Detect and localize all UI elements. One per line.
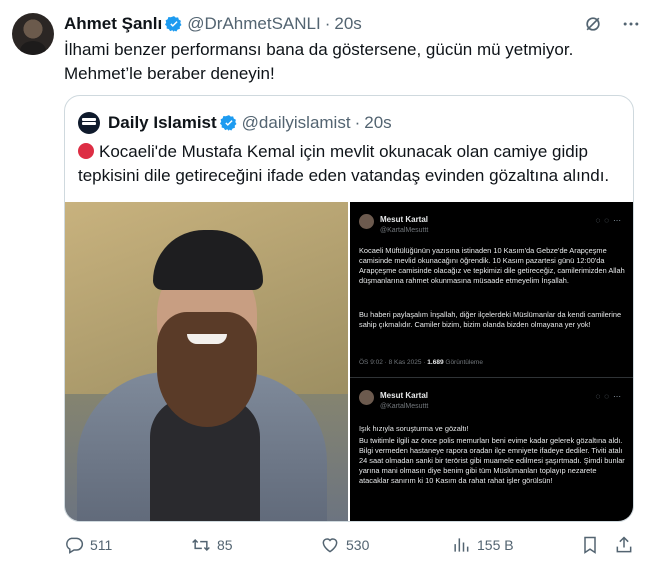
quote-text-line1: Kocaeli'de Mustafa Kemal için mevlit oku… bbox=[99, 142, 588, 161]
reply-count: 511 bbox=[90, 537, 113, 553]
embedded-text-1: Kocaeli Müftülüğünün yazısına istinaden … bbox=[359, 246, 625, 285]
author-name[interactable]: Ahmet Şanlı bbox=[64, 14, 162, 34]
quote-author-handle: @dailyislamist bbox=[241, 113, 351, 132]
quote-text: Kocaeli'de Mustafa Kemal için mevlit oku… bbox=[78, 140, 623, 188]
repost-button[interactable]: 85 bbox=[191, 535, 233, 555]
embedded-meta-views: 1.689 bbox=[427, 359, 444, 366]
reply-button[interactable]: 511 bbox=[64, 535, 112, 555]
embedded-meta-views-label: Görüntüleme bbox=[445, 359, 483, 366]
verified-badge-icon bbox=[219, 115, 237, 131]
separator-dot: · bbox=[324, 14, 331, 33]
like-count: 530 bbox=[346, 537, 370, 553]
quoted-tweet[interactable]: Daily Islamist @dailyislamist · 20s Koca… bbox=[64, 95, 634, 522]
share-button[interactable] bbox=[614, 535, 634, 555]
embedded-name: Mesut Kartal bbox=[380, 391, 429, 400]
embedded-text-2: Bu haberi paylaşalım İnşallah, diğer ilç… bbox=[359, 310, 622, 329]
tweet-text-line2: Mehmet’le beraber deneyin! bbox=[64, 64, 275, 83]
embedded-icons: ◌◌⋯ bbox=[595, 216, 625, 225]
quote-header: Daily Islamist @dailyislamist · 20s bbox=[78, 112, 392, 134]
embedded-tweet-2: Mesut Kartal @KartalMesuttt ◌◌⋯ Işık hız… bbox=[350, 377, 633, 521]
embedded-avatar bbox=[359, 214, 374, 229]
tweet-time[interactable]: 20s bbox=[334, 14, 361, 34]
quote-media: Mesut Kartal @KartalMesuttt ◌◌⋯ Kocaeli … bbox=[65, 202, 633, 521]
embedded-handle: @KartalMesuttt bbox=[380, 403, 429, 410]
embedded-meta-time: ÖS 9:02 · 8 Kas 2025 · bbox=[359, 359, 426, 366]
tweet-actions: 511 85 530 155 B bbox=[64, 532, 638, 558]
embedded-icons: ◌◌⋯ bbox=[595, 392, 625, 401]
tweet-text: İlhami benzer performansı bana da göster… bbox=[64, 38, 639, 86]
views-button[interactable]: 155 B bbox=[451, 535, 514, 555]
tweet-text-line1: İlhami benzer performansı bana da göster… bbox=[64, 40, 574, 59]
media-photo[interactable] bbox=[65, 202, 348, 521]
separator-dot: · bbox=[354, 113, 361, 132]
views-icon bbox=[454, 538, 469, 552]
media-screenshot[interactable]: Mesut Kartal @KartalMesuttt ◌◌⋯ Kocaeli … bbox=[350, 202, 633, 521]
like-button[interactable]: 530 bbox=[320, 535, 369, 555]
embedded-tweet-1: Mesut Kartal @KartalMesuttt ◌◌⋯ Kocaeli … bbox=[350, 202, 633, 376]
author-handle[interactable]: @DrAhmetSANLI bbox=[187, 14, 320, 34]
grok-icon[interactable] bbox=[583, 14, 603, 34]
more-icon[interactable] bbox=[621, 14, 641, 34]
quote-author-avatar bbox=[78, 112, 100, 134]
repost-icon bbox=[192, 538, 210, 552]
tweet-header: Ahmet Şanlı @DrAhmetSANLI · 20s bbox=[64, 13, 641, 35]
verified-badge-icon bbox=[165, 16, 182, 32]
embedded-text-2: Bu twitimle ilgili az önce polis memurla… bbox=[359, 436, 625, 485]
quote-text-line2: tepkisini dile getireceğini ifade eden v… bbox=[78, 166, 610, 185]
views-count: 155 B bbox=[477, 537, 514, 553]
share-icon bbox=[616, 536, 632, 553]
like-icon bbox=[322, 538, 338, 553]
quote-author-name: Daily Islamist bbox=[108, 113, 217, 132]
reply-icon bbox=[66, 537, 84, 554]
author-avatar[interactable] bbox=[12, 13, 54, 55]
repost-count: 85 bbox=[217, 537, 233, 553]
quote-time: 20s bbox=[364, 113, 392, 132]
embedded-meta: ÖS 9:02 · 8 Kas 2025 · 1.689 Görüntüleme bbox=[359, 357, 483, 368]
red-circle-icon bbox=[78, 143, 94, 159]
embedded-name: Mesut Kartal bbox=[380, 215, 429, 224]
bookmark-icon bbox=[584, 536, 596, 554]
bookmark-button[interactable] bbox=[580, 535, 600, 555]
embedded-text-1: Işık hızıyla soruşturma ve gözaltı! bbox=[359, 424, 469, 433]
embedded-handle: @KartalMesuttt bbox=[380, 227, 429, 234]
embedded-avatar bbox=[359, 390, 374, 405]
